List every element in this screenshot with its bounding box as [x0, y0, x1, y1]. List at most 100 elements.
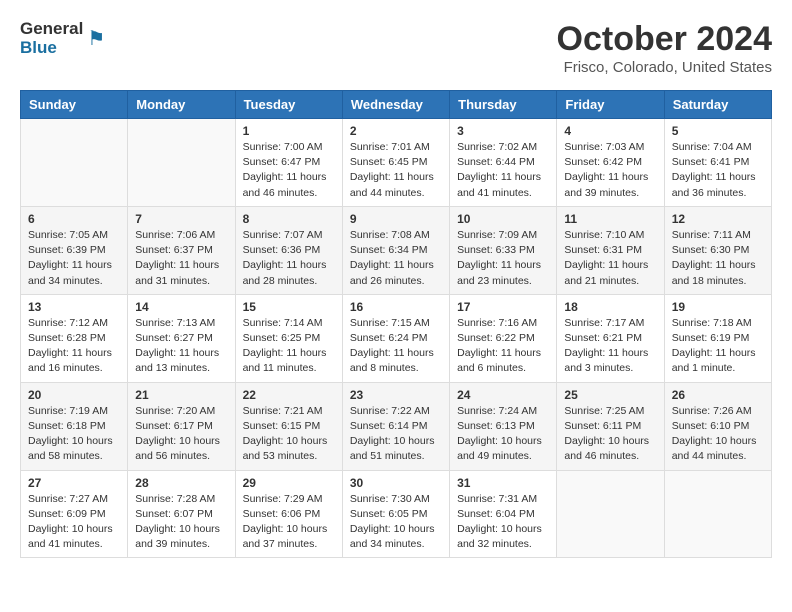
day-number: 21: [135, 388, 227, 402]
day-info: Sunrise: 7:06 AM Sunset: 6:37 PM Dayligh…: [135, 228, 227, 289]
day-info: Sunrise: 7:29 AM Sunset: 6:06 PM Dayligh…: [243, 492, 335, 553]
calendar-cell: 27 Sunrise: 7:27 AM Sunset: 6:09 PM Dayli…: [21, 470, 128, 558]
calendar-cell: 20 Sunrise: 7:19 AM Sunset: 6:18 PM Dayli…: [21, 382, 128, 470]
day-info: Sunrise: 7:16 AM Sunset: 6:22 PM Dayligh…: [457, 316, 549, 377]
day-info: Sunrise: 7:24 AM Sunset: 6:13 PM Dayligh…: [457, 404, 549, 465]
day-info: Sunrise: 7:03 AM Sunset: 6:42 PM Dayligh…: [564, 140, 656, 201]
day-number: 27: [28, 476, 120, 490]
calendar-cell: 17 Sunrise: 7:16 AM Sunset: 6:22 PM Dayli…: [450, 294, 557, 382]
calendar-cell: [128, 119, 235, 207]
day-number: 18: [564, 300, 656, 314]
day-number: 6: [28, 212, 120, 226]
calendar-header-saturday: Saturday: [664, 91, 771, 119]
calendar-cell: 3 Sunrise: 7:02 AM Sunset: 6:44 PM Daylig…: [450, 119, 557, 207]
calendar-cell: 4 Sunrise: 7:03 AM Sunset: 6:42 PM Daylig…: [557, 119, 664, 207]
calendar-header-row: SundayMondayTuesdayWednesdayThursdayFrid…: [21, 91, 772, 119]
logo-text: General Blue: [20, 20, 83, 57]
calendar-cell: 29 Sunrise: 7:29 AM Sunset: 6:06 PM Dayli…: [235, 470, 342, 558]
day-number: 22: [243, 388, 335, 402]
day-info: Sunrise: 7:02 AM Sunset: 6:44 PM Dayligh…: [457, 140, 549, 201]
day-info: Sunrise: 7:11 AM Sunset: 6:30 PM Dayligh…: [672, 228, 764, 289]
day-number: 5: [672, 124, 764, 138]
day-info: Sunrise: 7:07 AM Sunset: 6:36 PM Dayligh…: [243, 228, 335, 289]
day-number: 7: [135, 212, 227, 226]
calendar-cell: 5 Sunrise: 7:04 AM Sunset: 6:41 PM Daylig…: [664, 119, 771, 207]
calendar-cell: 12 Sunrise: 7:11 AM Sunset: 6:30 PM Dayli…: [664, 206, 771, 294]
day-info: Sunrise: 7:00 AM Sunset: 6:47 PM Dayligh…: [243, 140, 335, 201]
day-info: Sunrise: 7:31 AM Sunset: 6:04 PM Dayligh…: [457, 492, 549, 553]
calendar-cell: 14 Sunrise: 7:13 AM Sunset: 6:27 PM Dayli…: [128, 294, 235, 382]
calendar-cell: 13 Sunrise: 7:12 AM Sunset: 6:28 PM Dayli…: [21, 294, 128, 382]
day-number: 28: [135, 476, 227, 490]
calendar-cell: 7 Sunrise: 7:06 AM Sunset: 6:37 PM Daylig…: [128, 206, 235, 294]
day-number: 26: [672, 388, 764, 402]
day-number: 2: [350, 124, 442, 138]
calendar-cell: 18Sunrise: 7:17 AM Sunset: 6:21 PM Dayli…: [557, 294, 664, 382]
calendar-week-row: 20 Sunrise: 7:19 AM Sunset: 6:18 PM Dayli…: [21, 382, 772, 470]
calendar-cell: [664, 470, 771, 558]
day-info: Sunrise: 7:18 AM Sunset: 6:19 PM Dayligh…: [672, 316, 764, 377]
day-info: Sunrise: 7:12 AM Sunset: 6:28 PM Dayligh…: [28, 316, 120, 377]
calendar-cell: 9 Sunrise: 7:08 AM Sunset: 6:34 PM Daylig…: [342, 206, 449, 294]
day-info: Sunrise: 7:14 AM Sunset: 6:25 PM Dayligh…: [243, 316, 335, 377]
calendar-header-sunday: Sunday: [21, 91, 128, 119]
day-info: Sunrise: 7:08 AM Sunset: 6:34 PM Dayligh…: [350, 228, 442, 289]
day-info: Sunrise: 7:26 AM Sunset: 6:10 PM Dayligh…: [672, 404, 764, 465]
main-title: October 2024: [557, 20, 772, 59]
day-number: 11: [564, 212, 656, 226]
calendar-cell: 22Sunrise: 7:21 AM Sunset: 6:15 PM Dayli…: [235, 382, 342, 470]
logo-flag-icon: ⚑: [87, 26, 105, 51]
day-number: 25: [564, 388, 656, 402]
calendar-header-wednesday: Wednesday: [342, 91, 449, 119]
day-number: 8: [243, 212, 335, 226]
day-number: 12: [672, 212, 764, 226]
calendar-cell: 23Sunrise: 7:22 AM Sunset: 6:14 PM Dayli…: [342, 382, 449, 470]
day-info: Sunrise: 7:04 AM Sunset: 6:41 PM Dayligh…: [672, 140, 764, 201]
day-info: Sunrise: 7:27 AM Sunset: 6:09 PM Dayligh…: [28, 492, 120, 553]
calendar-cell: 2 Sunrise: 7:01 AM Sunset: 6:45 PM Daylig…: [342, 119, 449, 207]
day-number: 9: [350, 212, 442, 226]
title-area: October 2024 Frisco, Colorado, United St…: [557, 20, 772, 76]
day-info: Sunrise: 7:09 AM Sunset: 6:33 PM Dayligh…: [457, 228, 549, 289]
day-number: 17: [457, 300, 549, 314]
subtitle: Frisco, Colorado, United States: [557, 59, 772, 76]
day-number: 15: [243, 300, 335, 314]
day-info: Sunrise: 7:25 AM Sunset: 6:11 PM Dayligh…: [564, 404, 656, 465]
day-number: 19: [672, 300, 764, 314]
calendar-cell: 1Sunrise: 7:00 AM Sunset: 6:47 PM Daylig…: [235, 119, 342, 207]
day-info: Sunrise: 7:13 AM Sunset: 6:27 PM Dayligh…: [135, 316, 227, 377]
calendar-table: SundayMondayTuesdayWednesdayThursdayFrid…: [20, 90, 772, 558]
day-number: 29: [243, 476, 335, 490]
day-number: 16: [350, 300, 442, 314]
day-number: 4: [564, 124, 656, 138]
day-info: Sunrise: 7:15 AM Sunset: 6:24 PM Dayligh…: [350, 316, 442, 377]
calendar-cell: 30Sunrise: 7:30 AM Sunset: 6:05 PM Dayli…: [342, 470, 449, 558]
logo-general: General: [20, 20, 83, 39]
calendar-cell: [21, 119, 128, 207]
day-number: 13: [28, 300, 120, 314]
day-info: Sunrise: 7:22 AM Sunset: 6:14 PM Dayligh…: [350, 404, 442, 465]
calendar-cell: 19 Sunrise: 7:18 AM Sunset: 6:19 PM Dayli…: [664, 294, 771, 382]
calendar-cell: 8 Sunrise: 7:07 AM Sunset: 6:36 PM Daylig…: [235, 206, 342, 294]
logo-blue: Blue: [20, 39, 83, 58]
page: General Blue ⚑ October 2024 Frisco, Colo…: [0, 0, 792, 578]
day-number: 31: [457, 476, 549, 490]
day-number: 30: [350, 476, 442, 490]
day-number: 3: [457, 124, 549, 138]
calendar-week-row: 1Sunrise: 7:00 AM Sunset: 6:47 PM Daylig…: [21, 119, 772, 207]
day-number: 10: [457, 212, 549, 226]
calendar-cell: 21Sunrise: 7:20 AM Sunset: 6:17 PM Dayli…: [128, 382, 235, 470]
calendar-cell: 31 Sunrise: 7:31 AM Sunset: 6:04 PM Dayli…: [450, 470, 557, 558]
calendar-cell: 24Sunrise: 7:24 AM Sunset: 6:13 PM Dayli…: [450, 382, 557, 470]
day-info: Sunrise: 7:01 AM Sunset: 6:45 PM Dayligh…: [350, 140, 442, 201]
calendar-cell: 16 Sunrise: 7:15 AM Sunset: 6:24 PM Dayli…: [342, 294, 449, 382]
day-number: 20: [28, 388, 120, 402]
calendar-week-row: 6Sunrise: 7:05 AM Sunset: 6:39 PM Daylig…: [21, 206, 772, 294]
calendar-week-row: 13 Sunrise: 7:12 AM Sunset: 6:28 PM Dayli…: [21, 294, 772, 382]
calendar-cell: [557, 470, 664, 558]
logo: General Blue ⚑: [20, 20, 105, 57]
calendar-week-row: 27 Sunrise: 7:27 AM Sunset: 6:09 PM Dayli…: [21, 470, 772, 558]
day-number: 14: [135, 300, 227, 314]
calendar-header-thursday: Thursday: [450, 91, 557, 119]
day-info: Sunrise: 7:19 AM Sunset: 6:18 PM Dayligh…: [28, 404, 120, 465]
